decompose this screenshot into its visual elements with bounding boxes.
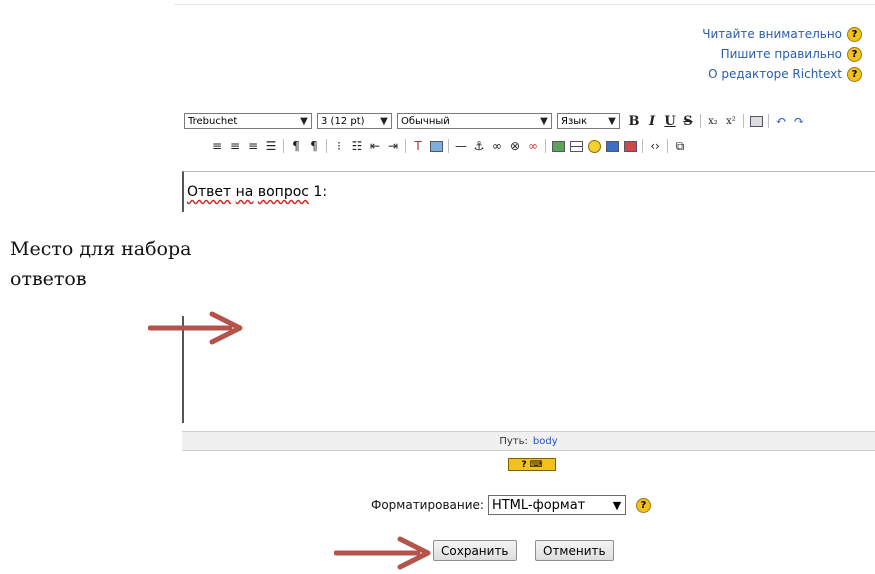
help-icon[interactable]: ? bbox=[847, 46, 862, 62]
outdent-icon[interactable]: ⇤ bbox=[366, 137, 384, 155]
font-name-value: Trebuchet bbox=[188, 115, 238, 127]
toolbar-separator bbox=[642, 139, 643, 153]
html-source-icon[interactable]: ‹› bbox=[646, 137, 664, 155]
cancel-button[interactable]: Отменить bbox=[535, 540, 614, 561]
unlink-icon[interactable]: ∞ bbox=[524, 137, 542, 155]
insert-smiley-icon[interactable] bbox=[585, 137, 603, 155]
nolink-icon[interactable]: ⊗ bbox=[506, 137, 524, 155]
link-icon[interactable]: ∞ bbox=[488, 137, 506, 155]
ordered-list-icon[interactable]: ⁝ bbox=[330, 137, 348, 155]
toolbar-separator bbox=[700, 114, 701, 128]
background-color-icon[interactable] bbox=[427, 137, 445, 155]
insert-image-icon[interactable] bbox=[549, 137, 567, 155]
save-button[interactable]: Сохранить bbox=[433, 540, 517, 561]
editor-toolbar-row-1: Trebuchet ▼ 3 (12 pt) ▼ Обычный ▼ Язык ▼… bbox=[184, 111, 808, 131]
indent-icon[interactable]: ⇥ bbox=[384, 137, 402, 155]
paragraph-style-select[interactable]: Обычный ▼ bbox=[397, 113, 552, 129]
format-label: Форматирование: bbox=[371, 498, 484, 512]
language-value: Язык bbox=[561, 115, 588, 127]
toolbar-separator bbox=[326, 139, 327, 153]
chevron-down-icon: ▼ bbox=[300, 115, 308, 127]
help-icon[interactable]: ? bbox=[847, 66, 862, 82]
unordered-list-icon[interactable]: ☷ bbox=[348, 137, 366, 155]
font-size-value: 3 (12 pt) bbox=[321, 115, 365, 127]
help-links: Читайте внимательно ? Пишите правильно ?… bbox=[702, 24, 862, 84]
insert-table-icon[interactable] bbox=[567, 137, 585, 155]
fullscreen-icon[interactable]: ⧉ bbox=[671, 137, 689, 155]
toolbar-separator bbox=[283, 139, 284, 153]
ltr-direction-icon[interactable]: ¶ bbox=[287, 137, 305, 155]
chevron-down-icon: ▼ bbox=[380, 115, 388, 127]
arrow-annotation-save bbox=[334, 536, 431, 570]
help-link-label[interactable]: Читайте внимательно bbox=[702, 27, 842, 41]
editor-content[interactable]: Ответ на вопрос 1: bbox=[187, 184, 327, 200]
format-value: HTML-формат bbox=[491, 497, 586, 513]
toolbar-separator bbox=[405, 139, 406, 153]
align-right-icon[interactable]: ≡ bbox=[244, 137, 262, 155]
path-value[interactable]: body bbox=[533, 436, 558, 447]
font-size-select[interactable]: 3 (12 pt) ▼ bbox=[317, 113, 392, 129]
search-replace-icon[interactable] bbox=[621, 137, 639, 155]
horizontal-rule-icon[interactable]: — bbox=[452, 137, 470, 155]
annotation-line: Место для набора bbox=[10, 238, 192, 260]
chevron-down-icon: ▼ bbox=[612, 498, 622, 512]
toolbar-separator bbox=[743, 114, 744, 128]
editor-word: на bbox=[235, 184, 254, 200]
underline-button[interactable]: U bbox=[661, 112, 679, 130]
align-center-icon[interactable]: ≡ bbox=[226, 137, 244, 155]
editor-toolbar-row-2: ≡ ≡ ≡ ☰ ¶ ¶ ⁝ ☷ ⇤ ⇥ T — ⚓ ∞ ⊗ ∞ ‹› ⧉ bbox=[208, 136, 689, 156]
text-color-icon[interactable]: T bbox=[409, 137, 427, 155]
help-icon[interactable]: ? bbox=[635, 497, 651, 513]
language-select[interactable]: Язык ▼ bbox=[557, 113, 620, 129]
annotation-line: ответов bbox=[10, 268, 87, 290]
rtl-direction-icon[interactable]: ¶ bbox=[305, 137, 323, 155]
font-name-select[interactable]: Trebuchet ▼ bbox=[184, 113, 312, 129]
editor-word: Ответ bbox=[187, 184, 232, 200]
undo-icon[interactable]: ↶ bbox=[772, 112, 790, 130]
format-select[interactable]: HTML-формат ▼ bbox=[487, 495, 626, 515]
subscript-button[interactable]: x₂ bbox=[704, 112, 722, 130]
help-link-label[interactable]: Пишите правильно bbox=[721, 47, 842, 61]
anchor-icon[interactable]: ⚓ bbox=[470, 137, 488, 155]
annotation-text: Место для набора ответов bbox=[10, 234, 191, 294]
redo-icon[interactable]: ↷ bbox=[790, 112, 808, 130]
bold-button[interactable]: B bbox=[625, 112, 643, 130]
chevron-down-icon: ▼ bbox=[608, 115, 616, 127]
align-left-icon[interactable]: ≡ bbox=[208, 137, 226, 155]
align-justify-icon[interactable]: ☰ bbox=[262, 137, 280, 155]
path-label: Путь: bbox=[499, 435, 528, 447]
arrow-annotation-editor bbox=[148, 311, 243, 345]
format-row: Форматирование: HTML-формат ▼ ? bbox=[371, 495, 651, 515]
toolbar-separator bbox=[667, 139, 668, 153]
rich-text-editor[interactable]: Ответ на вопрос 1: bbox=[181, 171, 875, 423]
superscript-button[interactable]: x² bbox=[722, 112, 740, 130]
paragraph-style-value: Обычный bbox=[401, 115, 450, 127]
paste-word-icon[interactable] bbox=[747, 112, 765, 130]
help-link-write-correctly[interactable]: Пишите правильно ? bbox=[702, 44, 862, 64]
help-link-about-richtext[interactable]: О редакторе Richtext ? bbox=[702, 64, 862, 84]
help-link-read-carefully[interactable]: Читайте внимательно ? bbox=[702, 24, 862, 44]
help-link-label[interactable]: О редакторе Richtext bbox=[708, 67, 842, 81]
top-divider bbox=[174, 4, 875, 5]
toolbar-separator bbox=[545, 139, 546, 153]
insert-special-char-icon[interactable] bbox=[603, 137, 621, 155]
help-icon[interactable]: ? bbox=[847, 26, 862, 42]
chevron-down-icon: ▼ bbox=[540, 115, 548, 127]
strikethrough-button[interactable]: S bbox=[679, 112, 697, 130]
editor-path-bar: Путь: body bbox=[182, 431, 875, 451]
toolbar-separator bbox=[448, 139, 449, 153]
toolbar-separator bbox=[768, 114, 769, 128]
editor-word: вопрос bbox=[257, 184, 309, 200]
keyboard-help-icon[interactable]: ? ⌨ bbox=[508, 458, 556, 471]
editor-word: 1: bbox=[313, 184, 328, 200]
italic-button[interactable]: I bbox=[643, 112, 661, 130]
